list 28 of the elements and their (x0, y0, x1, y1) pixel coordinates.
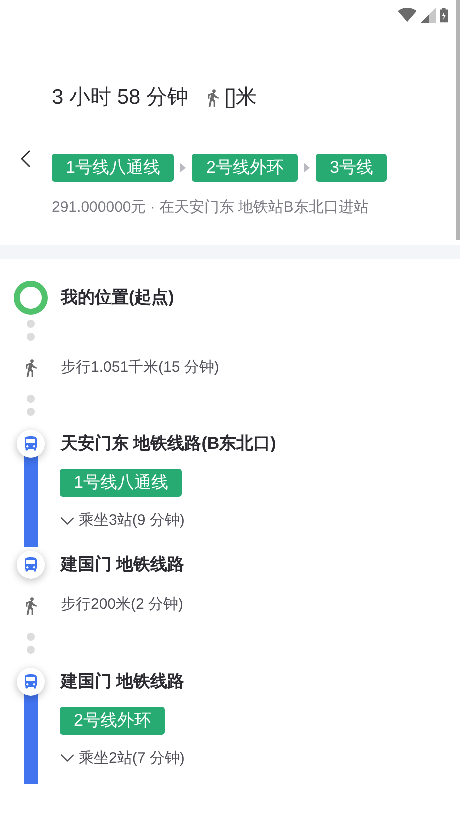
line-tag: 2号线外环 (60, 706, 166, 734)
ride-info-toggle[interactable]: 乘坐3站(9 分钟) (60, 510, 185, 532)
signal-icon (421, 8, 436, 22)
walk-step-text: 步行1.051千米(15 分钟) (61, 358, 220, 378)
walk-distance: []米 (224, 85, 258, 111)
station-name: 建国门 地铁线路 (61, 670, 185, 693)
wifi-icon (398, 8, 417, 22)
chevron-down-icon (60, 516, 75, 526)
arrow-right-icon (180, 162, 186, 172)
subway-icon (17, 550, 45, 578)
trip-duration: 3 小时 58 分钟 (52, 85, 189, 111)
start-point-icon (14, 281, 48, 315)
ride-info-toggle[interactable]: 乘坐2站(7 分钟) (60, 748, 185, 770)
step-title: 我的位置(起点) (61, 287, 174, 310)
fare-info: 291.000000元 · 在天安门东 地铁站B东北口进站 (51, 198, 370, 218)
subway-icon (17, 430, 45, 458)
line-tag: 1号线八通线 (60, 469, 182, 497)
battery-icon (440, 8, 448, 22)
chevron-down-icon (60, 754, 75, 764)
line-tag: 2号线外环 (192, 154, 298, 182)
station-name: 建国门 地铁线路 (61, 554, 185, 576)
walk-step-text: 步行200米(2 分钟) (61, 595, 184, 616)
station-name: 天安门东 地铁线路(B东北口) (61, 433, 276, 456)
back-icon (21, 150, 31, 168)
line-tag: 1号线八通线 (52, 154, 174, 182)
arrow-right-icon (304, 162, 310, 172)
line-tag: 3号线 (316, 154, 388, 182)
subway-icon (17, 668, 45, 696)
